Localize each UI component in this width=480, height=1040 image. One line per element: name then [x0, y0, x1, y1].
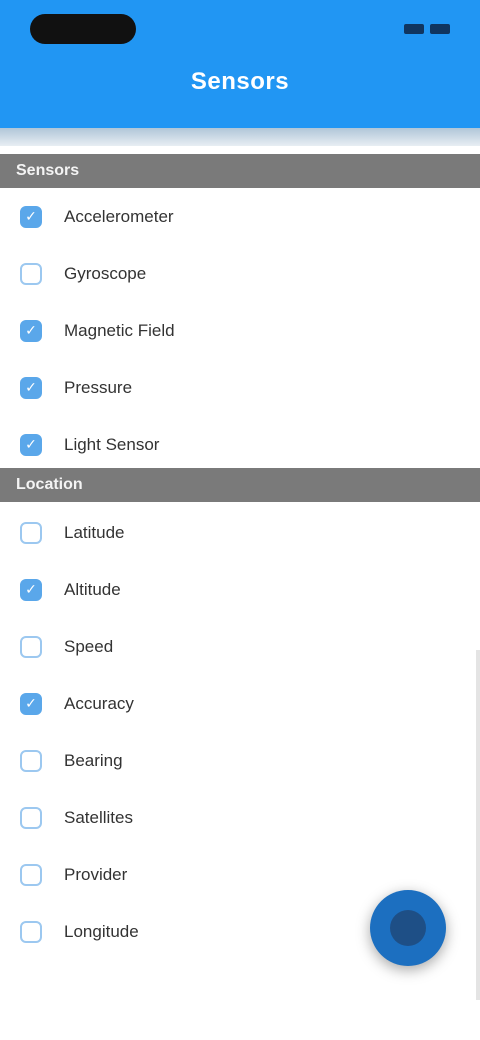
list-item[interactable]: Speed — [0, 618, 480, 675]
checkbox[interactable]: ✓ — [20, 692, 42, 715]
status-icons — [358, 18, 450, 40]
list-item[interactable]: ✓ Light Sensor — [0, 416, 480, 473]
list-item[interactable]: ✓ Accelerometer — [0, 188, 480, 245]
item-label: Magnetic Field — [64, 320, 175, 340]
app-bar-shadow — [0, 128, 480, 146]
sensor-list: ✓ Accelerometer Gyroscope ✓ Magnetic Fie… — [0, 188, 480, 473]
scrollbar[interactable] — [476, 650, 480, 1000]
battery-icon — [430, 24, 450, 34]
checkbox[interactable] — [20, 863, 42, 886]
record-button[interactable] — [370, 890, 446, 966]
item-label: Provider — [64, 864, 128, 884]
checkbox[interactable] — [20, 262, 42, 285]
checkbox[interactable]: ✓ — [20, 433, 42, 456]
item-label: Speed — [64, 636, 114, 656]
checkbox[interactable] — [20, 635, 42, 658]
record-icon — [390, 910, 426, 946]
item-label: Latitude — [64, 522, 125, 542]
item-label: Altitude — [64, 579, 121, 599]
section-header-location: Location — [0, 468, 480, 502]
list-item[interactable]: Gyroscope — [0, 245, 480, 302]
checkbox[interactable] — [20, 920, 42, 943]
checkbox[interactable]: ✓ — [20, 205, 42, 228]
item-label: Gyroscope — [64, 263, 147, 283]
item-label: Longitude — [64, 921, 139, 941]
checkbox[interactable]: ✓ — [20, 376, 42, 399]
checkbox[interactable] — [20, 521, 42, 544]
app-title: Sensors — [190, 68, 290, 95]
camera-cutout — [30, 14, 136, 44]
checkbox[interactable] — [20, 806, 42, 829]
list-item[interactable]: ✓ Accuracy — [0, 675, 480, 732]
checkbox[interactable] — [20, 749, 42, 772]
app-screen: Sensors Sensors ✓ Accelerometer Gyroscop… — [0, 0, 480, 1040]
list-item[interactable]: Bearing — [0, 732, 480, 789]
list-item[interactable]: Latitude — [0, 504, 480, 561]
checkbox[interactable]: ✓ — [20, 578, 42, 601]
list-item[interactable]: ✓ Altitude — [0, 561, 480, 618]
list-item[interactable]: ✓ Magnetic Field — [0, 302, 480, 359]
list-item[interactable]: ✓ Pressure — [0, 359, 480, 416]
item-label: Accuracy — [64, 693, 134, 713]
checkbox[interactable]: ✓ — [20, 319, 42, 342]
item-label: Pressure — [64, 377, 133, 397]
item-label: Light Sensor — [64, 434, 160, 454]
app-bar: Sensors — [0, 0, 480, 128]
item-label: Bearing — [64, 750, 123, 770]
item-label: Accelerometer — [64, 206, 174, 226]
signal-icon — [404, 24, 424, 34]
item-label: Satellites — [64, 807, 133, 827]
section-header-sensors: Sensors — [0, 154, 480, 188]
list-item[interactable]: Satellites — [0, 789, 480, 846]
